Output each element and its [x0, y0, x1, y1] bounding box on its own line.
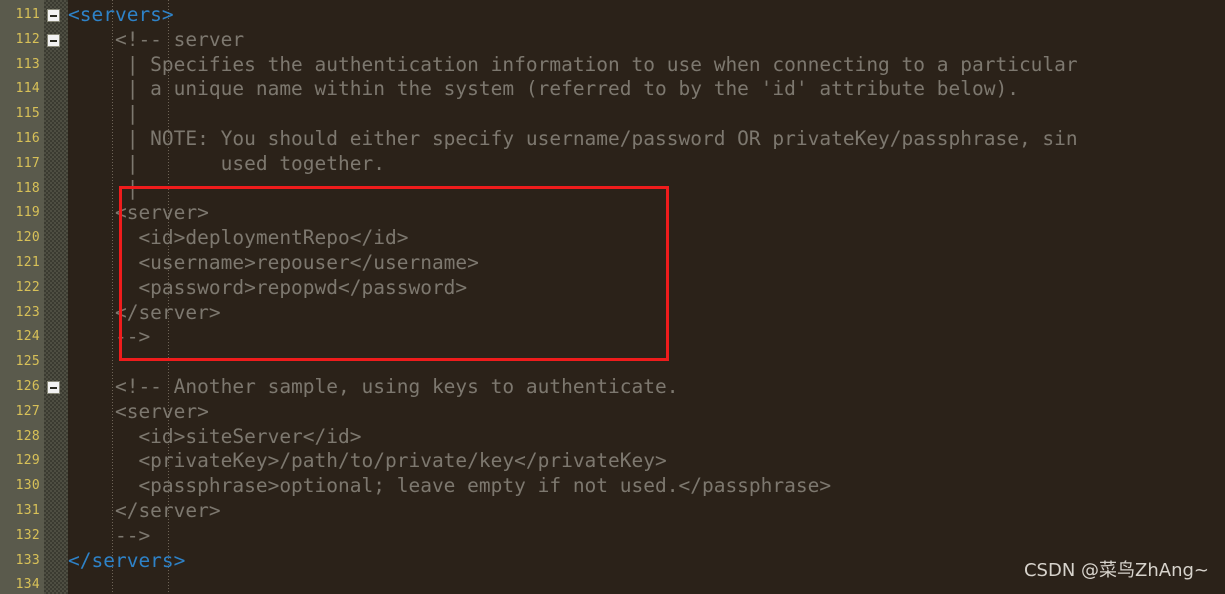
- code-line[interactable]: <!-- Another sample, using keys to authe…: [68, 375, 679, 400]
- xml-comment-token: <privateKey>/path/to/private/key</privat…: [68, 449, 667, 473]
- code-line[interactable]: -->: [68, 325, 150, 350]
- code-line[interactable]: |: [68, 102, 139, 127]
- fold-collapse-icon[interactable]: [47, 9, 60, 22]
- line-number: 130: [15, 478, 40, 494]
- xml-comment-token: <passphrase>optional; leave empty if not…: [68, 474, 832, 498]
- code-line[interactable]: <id>deploymentRepo</id>: [68, 226, 408, 251]
- gutter-row[interactable]: 133: [0, 549, 68, 574]
- gutter-row[interactable]: 124: [0, 325, 68, 350]
- xml-comment-token: <id>deploymentRepo</id>: [68, 226, 409, 250]
- code-line[interactable]: <servers>: [68, 3, 174, 28]
- code-editor: <servers> <!-- server | Specifies the au…: [0, 0, 1225, 594]
- xml-comment-token: <!-- Another sample, using keys to authe…: [68, 375, 679, 398]
- xml-comment-token: -->: [68, 325, 151, 349]
- xml-comment-token: <id>siteServer</id>: [68, 424, 362, 448]
- line-number: 132: [15, 527, 40, 543]
- code-line[interactable]: | NOTE: You should either specify userna…: [68, 127, 1078, 152]
- xml-comment-token: <server>: [68, 201, 209, 225]
- line-number: 119: [15, 205, 40, 221]
- line-number: 111: [15, 7, 40, 22]
- gutter-row[interactable]: 113: [0, 53, 68, 78]
- line-number: 115: [15, 106, 40, 122]
- code-line[interactable]: -->: [68, 524, 150, 549]
- xml-comment-token: |: [68, 102, 139, 126]
- line-number: 134: [15, 577, 40, 593]
- line-number: 128: [15, 428, 40, 444]
- gutter-row[interactable]: 114: [0, 77, 68, 102]
- gutter-row[interactable]: 117: [0, 152, 68, 177]
- line-number: 129: [15, 453, 40, 469]
- code-line[interactable]: <id>siteServer</id>: [68, 424, 362, 450]
- code-line[interactable]: </servers>: [68, 549, 185, 574]
- line-number: 124: [15, 329, 40, 345]
- gutter-row[interactable]: 119: [0, 201, 68, 226]
- gutter-row[interactable]: 123: [0, 301, 68, 326]
- line-number: 133: [15, 552, 40, 568]
- gutter-row[interactable]: 134: [0, 573, 68, 594]
- code-line[interactable]: | used together.: [68, 152, 385, 177]
- line-number: 122: [15, 279, 40, 295]
- line-number: 112: [15, 31, 40, 47]
- gutter-row[interactable]: 132: [0, 524, 68, 549]
- xml-comment-token: | used together.: [68, 151, 385, 175]
- gutter-row[interactable]: 129: [0, 449, 68, 474]
- gutter-row[interactable]: 111: [0, 3, 68, 28]
- line-number: 116: [15, 131, 40, 146]
- code-line[interactable]: <!-- server: [68, 28, 244, 53]
- code-line[interactable]: </server>: [68, 301, 221, 326]
- code-line[interactable]: | a unique name within the system (refer…: [68, 77, 1019, 102]
- watermark: CSDN @菜鸟ZhAng~: [1023, 560, 1209, 581]
- gutter-row[interactable]: 118: [0, 177, 68, 202]
- xml-comment-token: <server>: [68, 399, 209, 423]
- line-number: 113: [15, 56, 40, 72]
- line-number: 120: [15, 230, 40, 246]
- code-line[interactable]: <passphrase>optional; leave empty if not…: [68, 474, 831, 499]
- line-number: 127: [15, 403, 40, 419]
- gutter-row[interactable]: 126: [0, 375, 68, 400]
- line-number: 118: [15, 180, 40, 196]
- line-number: 114: [15, 81, 40, 97]
- fold-collapse-icon[interactable]: [47, 381, 60, 394]
- gutter-row[interactable]: 120: [0, 226, 68, 251]
- code-line[interactable]: <server>: [68, 201, 209, 226]
- gutter-row[interactable]: 130: [0, 474, 68, 499]
- code-line[interactable]: | Specifies the authentication informati…: [68, 53, 1078, 78]
- fold-collapse-icon[interactable]: [47, 33, 60, 47]
- xml-comment-token: <username>repouser</username>: [68, 251, 479, 274]
- gutter-row[interactable]: 125: [0, 350, 68, 375]
- xml-tag-token: <servers>: [68, 3, 174, 26]
- xml-comment-token: </server>: [68, 499, 221, 522]
- gutter-row[interactable]: 121: [0, 251, 68, 276]
- line-number: 117: [15, 155, 40, 171]
- gutter-row[interactable]: 116: [0, 127, 68, 152]
- code-line[interactable]: <privateKey>/path/to/private/key</privat…: [68, 449, 667, 474]
- code-line[interactable]: <password>repopwd</password>: [68, 276, 467, 301]
- xml-comment-token: -->: [68, 523, 151, 547]
- xml-comment-token: <password>repopwd</password>: [68, 275, 468, 299]
- line-number: 125: [15, 354, 40, 370]
- gutter-row[interactable]: 127: [0, 400, 68, 425]
- line-number: 121: [15, 255, 40, 270]
- code-surface[interactable]: <servers> <!-- server | Specifies the au…: [68, 0, 1225, 594]
- xml-comment-token: | Specifies the authentication informati…: [68, 52, 1078, 76]
- code-line[interactable]: |: [68, 176, 139, 202]
- editor-gutter[interactable]: 111 112 113 114 115 116 117 118 119 120 121 122 123 1…: [0, 0, 68, 594]
- code-line[interactable]: <username>repouser</username>: [68, 251, 479, 276]
- gutter-row[interactable]: 115: [0, 102, 68, 127]
- gutter-row[interactable]: 131: [0, 499, 68, 524]
- xml-comment-token: | NOTE: You should either specify userna…: [68, 127, 1078, 150]
- gutter-row[interactable]: 122: [0, 276, 68, 301]
- line-number: 131: [15, 503, 40, 518]
- xml-comment-token: </server>: [68, 300, 221, 324]
- code-line[interactable]: </server>: [68, 499, 221, 524]
- line-number: 123: [15, 304, 40, 320]
- code-line[interactable]: <server>: [68, 400, 209, 425]
- gutter-row[interactable]: 128: [0, 425, 68, 450]
- xml-comment-token: <!-- server: [68, 27, 245, 51]
- line-number: 126: [15, 379, 40, 394]
- xml-comment-token: | a unique name within the system (refer…: [68, 77, 1019, 101]
- xml-comment-token: |: [68, 176, 139, 200]
- gutter-row[interactable]: 112: [0, 28, 68, 53]
- xml-tag-token: </servers>: [68, 548, 186, 572]
